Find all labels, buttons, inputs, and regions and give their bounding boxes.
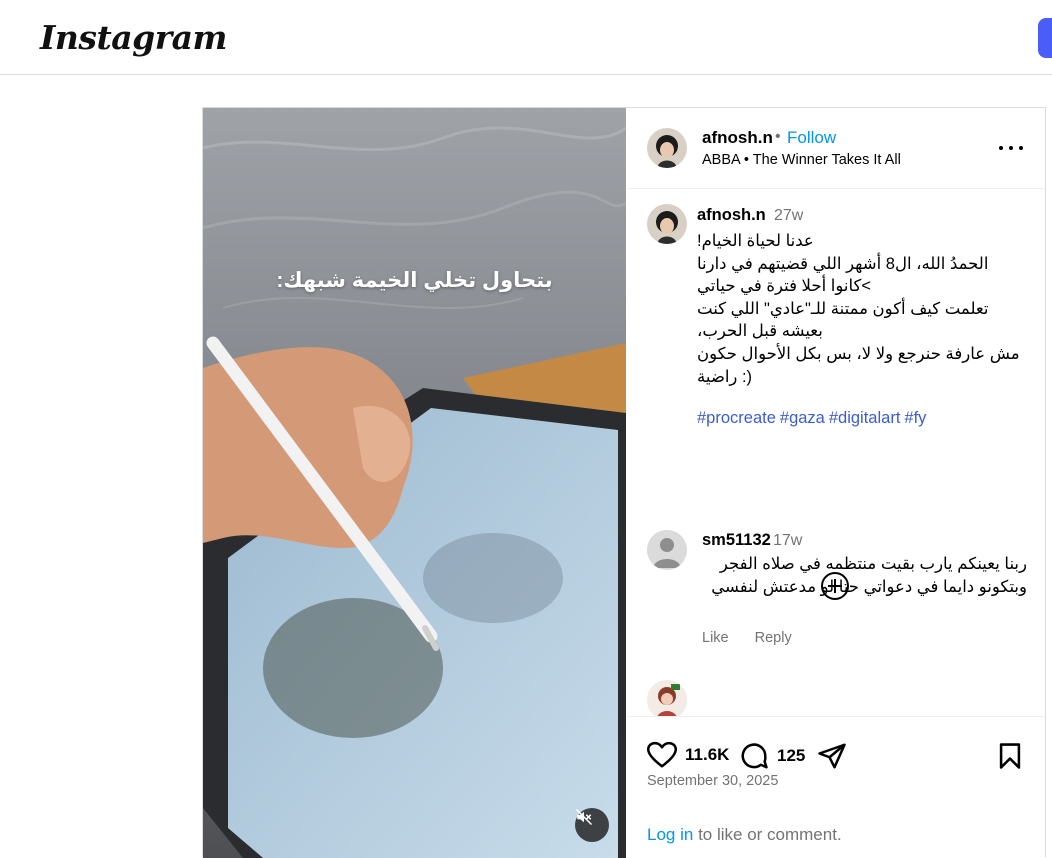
caption-line: ،بعيشه قبل الحرب xyxy=(697,322,823,341)
commenter-avatar[interactable] xyxy=(647,530,687,570)
hashtag-link[interactable]: #gaza xyxy=(780,409,825,427)
avatar-image xyxy=(647,204,687,244)
comment-count[interactable]: 125 xyxy=(777,746,805,766)
top-bar: Instagram xyxy=(0,0,1052,75)
speaker-muted-icon xyxy=(575,808,593,826)
caption-author-avatar[interactable] xyxy=(647,204,687,244)
caption-text: !عدنا لحياة الخيام الحمدُ الله، ال8 أشهر… xyxy=(697,230,1027,388)
caption-hashtags: #procreate #gaza #digitalart #fy xyxy=(697,409,930,428)
audio-title: The Winner Takes It All xyxy=(752,152,901,168)
like-action: 11.6K xyxy=(647,741,729,769)
follow-button[interactable]: Follow xyxy=(787,128,836,148)
comment-icon[interactable] xyxy=(739,741,769,771)
audio-artist: ABBA xyxy=(702,152,740,168)
video-frame-illustration xyxy=(203,108,626,858)
caption-line: كانوا أحلا فترة في حياتي< xyxy=(697,277,871,296)
comment-action: 125 xyxy=(739,741,805,771)
post-video[interactable]: بتحاول تخلي الخيمة شبهك: xyxy=(203,108,626,858)
instagram-logo[interactable]: Instagram xyxy=(40,18,227,57)
like-count[interactable]: 11.6K xyxy=(685,745,729,765)
avatar-image xyxy=(647,680,687,716)
comment-like-button[interactable]: Like xyxy=(702,630,729,646)
more-options-button[interactable] xyxy=(999,138,1023,158)
caption-line: الحمدُ الله، ال8 أشهر اللي قضيتهم في دار… xyxy=(697,254,989,273)
hashtag-link[interactable]: #digitalart xyxy=(829,409,901,427)
audio-separator: • xyxy=(743,152,749,168)
post-date[interactable]: September 30, 2025 xyxy=(647,773,778,789)
video-overlay-caption: بتحاول تخلي الخيمة شبهك: xyxy=(276,269,553,292)
share-action xyxy=(817,742,847,770)
comments-list[interactable]: afnosh.n 27w !عدنا لحياة الخيام الحمدُ ا… xyxy=(627,190,1046,716)
hashtag-link[interactable]: #procreate xyxy=(697,409,776,427)
commenter-avatar[interactable] xyxy=(647,680,687,716)
comment-text: ربنا يعينكم يارب بقيت منتظمه في صلاه الف… xyxy=(711,555,1027,596)
comment-reply-button[interactable]: Reply xyxy=(755,630,792,646)
comment-actions: Like Reply xyxy=(702,630,814,646)
ellipsis-icon xyxy=(999,146,1003,150)
save-action xyxy=(997,742,1023,770)
audio-track[interactable]: ABBA • The Winner Takes It All xyxy=(702,152,901,168)
post-container: بتحاول تخلي الخيمة شبهك: afnosh.n • Foll… xyxy=(202,107,1046,858)
heart-icon[interactable] xyxy=(647,741,677,769)
caption-line: راضية :) xyxy=(697,367,753,386)
login-prompt: Log in to like or comment. xyxy=(647,825,842,845)
login-prompt-text: to like or comment. xyxy=(698,825,842,844)
comment-username[interactable]: sm51132 xyxy=(702,531,771,550)
default-avatar-icon xyxy=(647,530,687,570)
send-icon[interactable] xyxy=(817,742,847,770)
post-side-panel: afnosh.n • Follow ABBA • The Winner Take… xyxy=(627,108,1046,858)
caption-line: مش عارفة حنرجع ولا لا، بس بكل الأحوال حك… xyxy=(697,344,1020,363)
mute-button[interactable] xyxy=(575,808,609,842)
author-avatar[interactable] xyxy=(647,128,687,168)
post-header: afnosh.n • Follow ABBA • The Winner Take… xyxy=(627,108,1046,189)
login-link[interactable]: Log in xyxy=(647,825,693,844)
caption-line: !عدنا لحياة الخيام xyxy=(697,232,814,250)
separator-dot: • xyxy=(775,128,781,145)
topbar-action-button[interactable] xyxy=(1038,18,1052,58)
hashtag-link[interactable]: #fy xyxy=(904,409,926,427)
caption-username[interactable]: afnosh.n xyxy=(697,206,766,225)
avatar-image xyxy=(647,128,687,168)
bookmark-icon[interactable] xyxy=(997,742,1023,770)
caption-line: تعلمت كيف أكون ممتنة للـ"عادي" اللي كنت xyxy=(697,299,989,318)
comment-timestamp[interactable]: 17w xyxy=(773,532,802,550)
caption-timestamp[interactable]: 27w xyxy=(774,207,803,225)
author-username[interactable]: afnosh.n xyxy=(702,128,773,148)
